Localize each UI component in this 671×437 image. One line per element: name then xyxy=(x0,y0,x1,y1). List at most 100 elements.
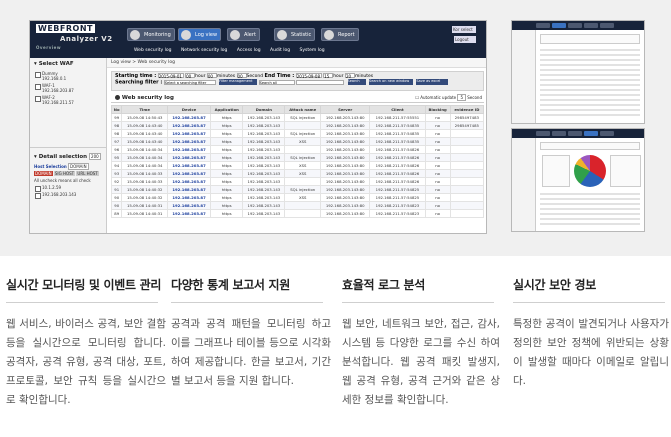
main-screenshot: WEBFRONT Analyzer V2 Overview Monitoring… xyxy=(29,20,487,234)
table-row[interactable]: 97 15-09-08 14:43:40 192.168.203.87 https 19… xyxy=(110,137,485,146)
end-minute-select[interactable]: 20 xyxy=(344,73,355,79)
tab-sig-host[interactable]: SIG HOST xyxy=(53,171,76,176)
nav-statistic-button[interactable]: Statistic xyxy=(274,28,316,41)
nav-alert-button[interactable]: Alert xyxy=(227,28,260,41)
filter-management-button[interactable]: Filter management xyxy=(219,79,258,85)
table-cell: 192.168.211.57:54825 xyxy=(369,185,426,194)
table-row[interactable]: 98 15-09-08 14:43:40 192.168.203.87 https 19… xyxy=(110,121,485,130)
feature-column: 실시간 모니터링 및 이벤트 관리 웹 서비스, 바이러스 공격, 보안 결함 … xyxy=(6,276,166,410)
sublink-network-security[interactable]: Network security log xyxy=(181,48,227,53)
screenshot-panel: WEBFRONT Analyzer V2 Overview Monitoring… xyxy=(0,0,671,256)
table-row[interactable]: 92 15-09-08 14:40:33 192.168.203.87 https 19… xyxy=(110,177,485,186)
table-cell: 192.168.203.87 xyxy=(166,209,212,218)
sublink-audit-log[interactable]: Audit log xyxy=(270,48,290,53)
table-row[interactable]: 91 15-09-08 14:40:32 192.168.203.87 https 19… xyxy=(110,185,485,194)
table-cell: 96 xyxy=(110,145,123,154)
feature-title: 효율적 로그 분석 xyxy=(342,278,425,292)
table-cell: 192.168.203.143:80 xyxy=(319,185,371,194)
end-date-input[interactable]: 2015-09-08 xyxy=(295,73,322,79)
search-input[interactable] xyxy=(296,79,345,85)
table-cell: 192.168.211.57:54826 xyxy=(369,153,426,162)
nav-monitoring-button[interactable]: Monitoring xyxy=(127,28,175,41)
table-row[interactable]: 89 15-09-08 14:40:31 192.168.203.87 https 19… xyxy=(110,209,485,218)
top-navigation-bar: WEBFRONT Analyzer V2 Overview Monitoring… xyxy=(30,21,486,58)
search-button[interactable]: Search xyxy=(347,79,366,85)
table-cell: 15-09-08 14:43:40 xyxy=(121,121,168,130)
table-cell: 192.168.203.143:80 xyxy=(319,177,371,186)
save-excel-button[interactable]: Save as excel xyxy=(416,79,449,85)
column-header[interactable]: Time xyxy=(121,105,168,114)
column-header[interactable]: Client xyxy=(369,105,426,114)
start-date-input[interactable]: 2015-09-01 xyxy=(157,73,184,79)
table-cell: 192.168.203.143:80 xyxy=(319,201,371,210)
table-cell: no xyxy=(424,145,451,154)
nav-report-button[interactable]: Report xyxy=(321,28,359,41)
table-row[interactable]: 94 15-09-08 14:40:34 192.168.203.87 https 19… xyxy=(110,161,485,170)
table-cell: 2985497485 xyxy=(449,121,485,130)
sublink-system-log[interactable]: System log xyxy=(300,48,325,53)
end-hour-select[interactable]: 15 xyxy=(323,73,334,79)
table-row[interactable]: 98 15-09-08 14:43:40 192.168.203.87 https 19… xyxy=(110,129,485,138)
table-cell: no xyxy=(424,201,451,210)
table-cell: https xyxy=(210,177,244,186)
table-cell: 192.168.211.57:54826 xyxy=(369,177,426,186)
thumbnail-statistics xyxy=(511,128,645,232)
filter-panel: Starting time : 2015-09-01 00 hour 00 minu… xyxy=(111,71,484,91)
column-header[interactable]: evidence ID xyxy=(449,105,485,114)
sub-navigation: Web security log Network security log Ac… xyxy=(134,48,333,53)
table-row[interactable]: 99 15-09-08 14:50:43 192.168.203.87 https 19… xyxy=(110,113,485,122)
language-select[interactable]: Kor select xyxy=(452,26,476,33)
table-row[interactable]: 95 15-09-08 14:40:34 192.168.203.87 https 19… xyxy=(110,153,485,162)
tab-domain[interactable]: DOMAIN xyxy=(34,171,53,176)
monitor-icon xyxy=(130,30,140,40)
table-row[interactable]: 90 15-09-08 14:40:31 192.168.203.87 https 19… xyxy=(110,201,485,210)
start-second-select[interactable]: 00 xyxy=(236,73,247,79)
feature-column: 다양한 통계 보고서 지원 공격과 공격 패턴을 모니터링 하고 이를 그래프나… xyxy=(171,276,331,391)
table-cell: 192.168.203.143 xyxy=(242,113,286,122)
waf-item[interactable]: WAF-2 192.168.211.57 xyxy=(30,94,106,106)
uncheck-note: All uncheck means all check xyxy=(34,178,91,183)
table-cell: 192.168.203.143 xyxy=(242,185,286,194)
select-waf-title: ▾ Select WAF xyxy=(34,61,74,67)
column-header[interactable]: Blocking xyxy=(424,105,451,114)
table-cell: 99 xyxy=(110,113,123,122)
column-header[interactable]: Attack name xyxy=(284,105,321,114)
logout-button[interactable]: Logout xyxy=(454,36,476,43)
sublink-web-security[interactable]: Web security log xyxy=(134,48,172,53)
table-cell: 98 xyxy=(110,121,123,130)
search-all-select[interactable]: Search all xyxy=(258,79,295,85)
sublink-access-log[interactable]: Access log xyxy=(237,48,261,53)
table-cell xyxy=(449,137,485,146)
thumb-sidebar xyxy=(512,138,536,231)
table-cell: 192.168.203.87 xyxy=(166,121,212,130)
table-cell: 192.168.203.87 xyxy=(166,169,212,178)
search-filter-select[interactable]: Select a searching filter xyxy=(163,79,216,85)
host-item[interactable]: 10.1.2.59 xyxy=(30,184,106,192)
column-header[interactable]: No xyxy=(110,105,123,114)
table-cell: 192.168.203.87 xyxy=(166,177,212,186)
column-header[interactable]: Application xyxy=(210,105,244,114)
waf-item[interactable]: WAF-1 192.168.203.87 xyxy=(30,82,106,94)
column-header[interactable]: Device xyxy=(166,105,212,114)
table-row[interactable]: 90 15-09-08 14:40:32 192.168.203.87 https 19… xyxy=(110,193,485,202)
table-row[interactable]: 96 15-09-08 14:40:34 192.168.203.87 https 19… xyxy=(110,145,485,154)
table-cell: 192.168.211.57:54826 xyxy=(369,145,426,154)
table-row[interactable]: 93 15-09-08 14:40:33 192.168.203.87 https 19… xyxy=(110,169,485,178)
host-selection[interactable]: Host Selection DOMAIN xyxy=(30,163,106,170)
start-hour-select[interactable]: 00 xyxy=(185,73,196,79)
table-cell: 90 xyxy=(110,201,123,210)
table-cell: 192.168.211.57:54823 xyxy=(369,201,426,210)
table-cell: https xyxy=(210,129,244,138)
column-header[interactable]: Server xyxy=(319,105,371,114)
waf-item[interactable]: Dummy 192.168.0.1 xyxy=(30,70,106,82)
column-header[interactable]: Domain xyxy=(242,105,286,114)
start-minute-select[interactable]: 00 xyxy=(206,73,217,79)
table-cell: 192.168.203.143:80 xyxy=(319,153,371,162)
table-cell: https xyxy=(210,201,244,210)
table-cell: no xyxy=(424,177,451,186)
host-item[interactable]: 192.168.203.143 xyxy=(30,191,106,199)
nav-log-view-button[interactable]: Log view xyxy=(178,28,222,41)
search-new-window-button[interactable]: Search on new window xyxy=(368,79,413,85)
auto-update[interactable]: ☐ Automatic update 5 Second xyxy=(415,94,482,101)
tab-url-host[interactable]: URL HOST xyxy=(76,171,99,176)
